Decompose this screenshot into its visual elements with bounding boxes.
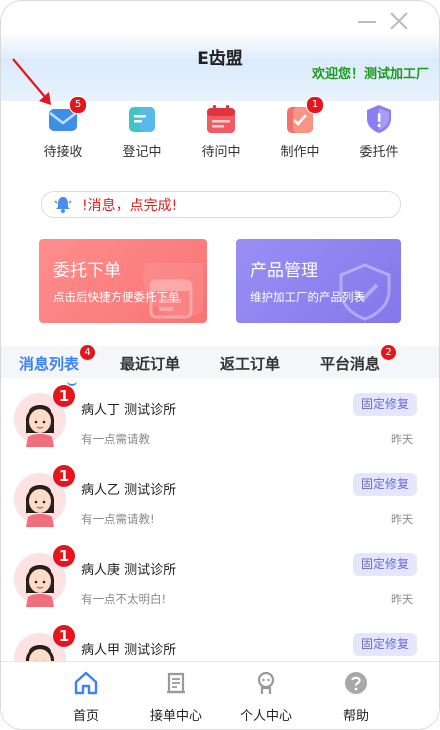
shortcut-registering[interactable]: 登记中 (112, 104, 172, 160)
nav-label: 接单中心 (149, 709, 202, 724)
nav-label: 个人中心 (239, 709, 292, 724)
bottom-navigation: 首页 接单中心 个人中心 帮助 (1, 661, 439, 729)
unread-count-badge: 1 (53, 385, 75, 407)
message-preview: 有一点需请教! (81, 512, 155, 526)
list-item[interactable]: 1 病人甲 测试诊所 固定修复 (1, 619, 439, 661)
patient-clinic-name: 病人庚 测试诊所 (81, 563, 177, 578)
nav-label: 帮助 (342, 709, 369, 724)
nav-personal-center[interactable]: 个人中心 (226, 670, 306, 724)
tab-bar: 消息列表 4 最近订单 返工订单 平台消息 2 (1, 345, 439, 386)
message-preview: 有一点需请教 (81, 432, 150, 446)
nav-label: 首页 (72, 709, 99, 724)
welcome-text: 欢迎您！测试加工厂 (311, 67, 429, 82)
message-time: 昨天 (391, 593, 413, 606)
message-time: 昨天 (391, 513, 413, 526)
shield-icon (367, 105, 391, 133)
unread-count-badge: 1 (53, 545, 75, 567)
shortcut-label: 委托件 (359, 145, 399, 160)
pointer-arrow-icon (12, 58, 51, 105)
tab-badge: 2 (381, 345, 397, 360)
tab-label: 消息列表 (19, 355, 80, 373)
notice-bar[interactable]: !消息，点完成! (41, 191, 401, 218)
home-icon (74, 671, 98, 695)
document-icon (129, 107, 155, 132)
card-subtitle: 维护加工厂的产品列表 (250, 290, 365, 304)
nav-home[interactable]: 首页 (46, 670, 126, 724)
product-management-card[interactable]: 产品管理 维护加工厂的产品列表 (236, 239, 401, 323)
card-title: 产品管理 (250, 261, 318, 281)
tab-message-list[interactable]: 消息列表 4 (19, 345, 96, 386)
patient-clinic-name: 病人甲 测试诊所 (81, 643, 177, 658)
nav-help[interactable]: 帮助 (316, 670, 396, 724)
tab-platform-messages[interactable]: 平台消息 2 (320, 345, 397, 374)
order-scroll-icon (167, 672, 185, 694)
unread-count-badge: 1 (53, 465, 75, 487)
message-preview: 有一点不太明白! (81, 592, 167, 606)
patient-clinic-name: 病人丁 测试诊所 (81, 403, 177, 418)
shortcut-badge: 1 (306, 96, 324, 114)
calendar-icon (207, 105, 235, 133)
category-tag: 固定修复 (352, 393, 417, 416)
close-icon[interactable] (389, 10, 409, 32)
bell-icon (54, 197, 72, 213)
message-list: 1 病人丁 测试诊所 固定修复 有一点需请教 昨天 1 病人乙 测试诊所 固定修… (1, 379, 439, 661)
list-item[interactable]: 1 病人庚 测试诊所 固定修复 有一点不太明白! 昨天 (1, 539, 439, 619)
tab-label: 平台消息 (320, 355, 381, 373)
category-tag: 固定修复 (352, 473, 417, 496)
list-item[interactable]: 1 病人丁 测试诊所 固定修复 有一点需请教 昨天 (1, 379, 439, 459)
tab-label: 返工订单 (220, 355, 281, 373)
shortcut-label: 登记中 (122, 145, 162, 160)
help-icon (345, 672, 367, 694)
shortcut-inquiring[interactable]: 待问中 (191, 104, 251, 160)
message-time: 昨天 (391, 433, 413, 446)
notice-text: !消息，点完成! (82, 198, 178, 214)
shortcut-pending-receive[interactable]: 5 待接收 (33, 96, 93, 160)
tab-rework-orders[interactable]: 返工订单 (220, 353, 280, 374)
category-tag: 固定修复 (352, 633, 417, 656)
card-subtitle: 点击后快捷方便委托下单 (53, 290, 180, 304)
minimize-button[interactable] (358, 21, 376, 23)
shortcut-label: 制作中 (280, 145, 320, 160)
shortcut-label: 待问中 (201, 145, 241, 160)
person-icon (257, 671, 275, 694)
tab-badge: 4 (80, 345, 96, 360)
shortcut-bar: 5 待接收 登记中 待问中 1 制作中 委托件 (21, 96, 421, 168)
category-tag: 固定修复 (352, 553, 417, 576)
nav-order-center[interactable]: 接单中心 (136, 670, 216, 724)
shortcut-label: 待接收 (43, 145, 83, 160)
shortcut-badge: 5 (69, 96, 87, 114)
shortcut-entrusted[interactable]: 委托件 (349, 104, 409, 160)
entrust-order-card[interactable]: 委托下单 点击后快捷方便委托下单 (39, 239, 207, 323)
tab-recent-orders[interactable]: 最近订单 (120, 353, 180, 374)
card-title: 委托下单 (53, 261, 121, 281)
app-window: E齿盟 欢迎您！测试加工厂 5 待接收 登记中 待问中 1 制作中 委托件 !消… (0, 0, 440, 730)
list-item[interactable]: 1 病人乙 测试诊所 固定修复 有一点需请教! 昨天 (1, 459, 439, 539)
patient-clinic-name: 病人乙 测试诊所 (81, 483, 177, 498)
unread-count-badge: 1 (53, 625, 75, 647)
shortcut-in-production[interactable]: 1 制作中 (270, 96, 330, 160)
tab-label: 最近订单 (120, 355, 181, 373)
